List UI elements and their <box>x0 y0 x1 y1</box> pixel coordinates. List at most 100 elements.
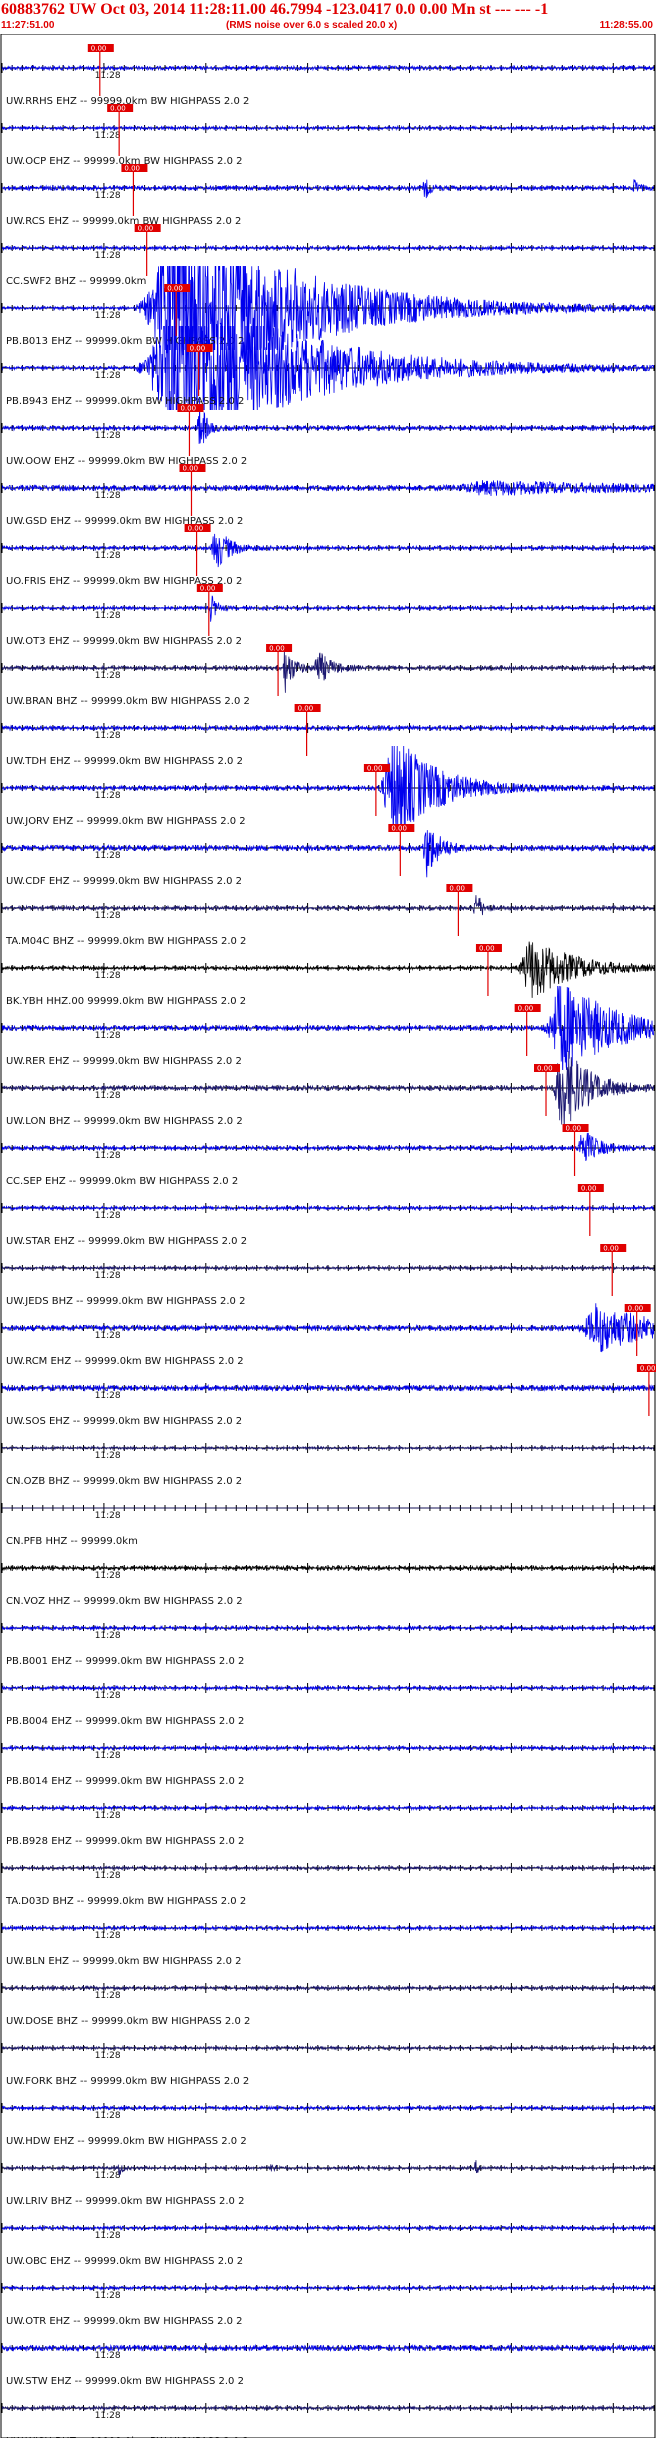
trace-row: 11:28 UW.FORK BHZ -- 99999.0km BW HIGHPAS… <box>1 2043 655 2087</box>
minute-label: 11:28 <box>95 2111 121 2121</box>
station-label: UW.CDF EHZ -- 99999.0km BW HIGHPASS 2.0 … <box>6 876 242 887</box>
station-label: UW.OTR EHZ -- 99999.0km BW HIGHPASS 2.0 … <box>6 2316 243 2327</box>
minute-label: 11:28 <box>95 311 121 321</box>
station-label: UW.STW EHZ -- 99999.0km BW HIGHPASS 2.0 … <box>6 2376 244 2387</box>
trace-row: 11:28UW.GSD EHZ -- 99999.0km BW HIGHPASS… <box>1 480 655 527</box>
station-label: UW.DOSE BHZ -- 99999.0km BW HIGHPASS 2.0… <box>6 2016 250 2027</box>
trace-row: 11:28 CC.SEP EHZ -- 99999.0km BW HIGHPASS… <box>1 1132 655 1187</box>
minute-label: 11:28 <box>95 2231 121 2241</box>
minute-label: 11:28 <box>95 131 121 141</box>
minute-label: 11:28 <box>95 2051 121 2061</box>
station-label: PB.B004 EHZ -- 99999.0km BW HIGHPASS 2.0… <box>6 1716 244 1727</box>
trace-row: 11:28 UW.STAR EHZ -- 99999.0km BW HIGHPAS… <box>1 1203 655 1247</box>
station-label: UW.HDW EHZ -- 99999.0km BW HIGHPASS 2.0 … <box>6 2136 247 2147</box>
station-label: CN.PFB HHZ -- 99999.0km <box>6 1536 138 1547</box>
minute-label: 11:28 <box>95 2291 121 2301</box>
minute-label: 11:28 <box>95 971 121 981</box>
trace-row: 11:28 UW.HDW EHZ -- 99999.0km BW HIGHPASS… <box>1 2103 655 2147</box>
minute-label: 11:28 <box>95 1991 121 2001</box>
station-label: CC.SEP EHZ -- 99999.0km BW HIGHPASS 2.0 … <box>6 1176 238 1187</box>
trace-row: 11:28 PB.B004 EHZ -- 99999.0km BW HIGHPAS… <box>1 1683 655 1727</box>
station-label: TA.M04C BHZ -- 99999.0km BW HIGHPASS 2.0… <box>5 936 246 947</box>
trace-row: 11:28 CN.PFB HHZ -- 99999.0km <box>1 1503 655 1547</box>
station-label: UW.OBC EHZ -- 99999.0km BW HIGHPASS 2.0 … <box>6 2256 243 2267</box>
minute-label: 11:28 <box>95 911 121 921</box>
waveform <box>2 1303 654 1353</box>
minute-label: 11:28 <box>95 71 121 81</box>
station-label: TA.D03D BHZ -- 99999.0km BW HIGHPASS 2.0… <box>5 1896 246 1907</box>
trace-row: 11:28 CN.OZB BHZ -- 99999.0km BW HIGHPASS… <box>1 1443 655 1487</box>
trace-row: 11:28 UW.STW EHZ -- 99999.0km BW HIGHPASS… <box>1 2343 655 2387</box>
station-label: UW.OOW EHZ -- 99999.0km BW HIGHPASS 2.0 … <box>6 456 247 467</box>
trace-row: 11:28 UW.DOSE BHZ -- 99999.0km BW HIGHPAS… <box>1 1983 655 2027</box>
pick-label: 0.00 <box>167 285 183 293</box>
trace-row: 11:28 UW.TDH EHZ -- 99999.0km BW HIGHPASS… <box>1 723 655 767</box>
pick-label: 0.00 <box>124 165 140 173</box>
pick-label: 0.00 <box>640 1365 656 1373</box>
minute-label: 11:28 <box>95 491 121 501</box>
pick-marker: 0.00 <box>577 1184 604 1236</box>
trace-row: 11:28UO.FRIS EHZ -- 99999.0km BW HIGHPAS… <box>1 533 655 587</box>
minute-label: 11:28 <box>95 611 121 621</box>
pick-label: 0.00 <box>479 945 495 953</box>
minute-label: 11:28 <box>95 1271 121 1281</box>
minute-label: 11:28 <box>95 1871 121 1881</box>
minute-label: 11:28 <box>95 551 121 561</box>
minute-label: 11:28 <box>95 251 121 261</box>
pick-label: 0.00 <box>367 765 383 773</box>
trace-row: 11:28 CC.SWF2 BHZ -- 99999.0km <box>1 243 655 287</box>
minute-label: 11:28 <box>95 791 121 801</box>
station-label: UW.BRAN BHZ -- 99999.0km BW HIGHPASS 2.0… <box>6 696 250 707</box>
trace-row: 11:28 BK.YBH HHZ.00 99999.0km BW HIGHPASS… <box>1 941 655 1007</box>
pick-marker: 0.00 <box>363 764 390 816</box>
station-label: UW.STAR EHZ -- 99999.0km BW HIGHPASS 2.0… <box>6 1236 247 1247</box>
trace-row: 11:28 UW.OT3 EHZ -- 99999.0km BW HIGHPASS… <box>1 595 655 647</box>
minute-label: 11:28 <box>95 1331 121 1341</box>
trace-row: 11:28 CN.VOZ HHZ -- 99999.0km BW HIGHPASS… <box>1 1563 655 1607</box>
minute-label: 11:28 <box>95 1091 121 1101</box>
station-label: CN.VOZ HHZ -- 99999.0km BW HIGHPASS 2.0 … <box>6 1596 243 1607</box>
station-label: UW.RCM EHZ -- 99999.0km BW HIGHPASS 2.0 … <box>6 1356 244 1367</box>
minute-label: 11:28 <box>95 2351 121 2361</box>
traces-layer: 11:28UW.RRHS EHZ -- 99999.0km BW HIGHPAS… <box>1 63 655 2438</box>
station-label: PB.B014 EHZ -- 99999.0km BW HIGHPASS 2.0… <box>6 1776 244 1787</box>
pick-label: 0.00 <box>110 105 126 113</box>
trace-row: 11:28 PB.B014 EHZ -- 99999.0km BW HIGHPAS… <box>1 1743 655 1787</box>
picks-layer: 0.00 0.00 0.00 0.00 0.00 0.00 0.00 0.00 0.00 0.00… <box>87 44 656 1416</box>
pick-label: 0.00 <box>91 45 107 53</box>
station-label: UW.FORK BHZ -- 99999.0km BW HIGHPASS 2.0… <box>6 2076 249 2087</box>
event-title: 60883762 UW Oct 03, 2014 11:28:11.00 46.… <box>1 1 549 18</box>
pick-label: 0.00 <box>298 705 314 713</box>
pick-label: 0.00 <box>180 405 196 413</box>
trace-row: 11:28 PB.B928 EHZ -- 99999.0km BW HIGHPAS… <box>1 1803 655 1847</box>
start-time: 11:27:51.00 <box>1 20 55 31</box>
minute-label: 11:28 <box>95 2411 121 2421</box>
pick-marker: 0.00 <box>107 104 134 156</box>
pick-label: 0.00 <box>628 1305 644 1313</box>
pick-label: 0.00 <box>518 1005 534 1013</box>
pick-label: 0.00 <box>138 225 154 233</box>
minute-label: 11:28 <box>95 1751 121 1761</box>
pick-label: 0.00 <box>269 645 285 653</box>
minute-label: 11:28 <box>95 1151 121 1161</box>
minute-label: 11:28 <box>95 1031 121 1041</box>
pick-label: 0.00 <box>581 1185 597 1193</box>
trace-row: 11:28 UW.LRIV BHZ -- 99999.0km BW HIGHPAS… <box>1 2160 655 2207</box>
minute-label: 11:28 <box>95 1511 121 1521</box>
minute-label: 11:28 <box>95 1811 121 1821</box>
trace-row: 11:28 TA.D03D BHZ -- 99999.0km BW HIGHPAS… <box>1 1863 655 1907</box>
minute-label: 11:28 <box>95 851 121 861</box>
trace-row: 11:28 UW.JORV EHZ -- 99999.0km BW HIGHPAS… <box>1 746 655 830</box>
trace-row: 11:28 UW.SOS EHZ -- 99999.0km BW HIGHPASS… <box>1 1383 655 1427</box>
pick-label: 0.00 <box>190 345 206 353</box>
trace-row: 11:28 PB.B001 EHZ -- 99999.0km BW HIGHPAS… <box>1 1623 655 1667</box>
trace-row: 11:28 UW.OTR EHZ -- 99999.0km BW HIGHPASS… <box>1 2283 655 2327</box>
station-label: UW.OT3 EHZ -- 99999.0km BW HIGHPASS 2.0 … <box>6 636 242 647</box>
minute-label: 11:28 <box>95 371 121 381</box>
station-label: UW.JEDS BHZ -- 99999.0km BW HIGHPASS 2.0… <box>6 1296 245 1307</box>
minute-label: 11:28 <box>95 2171 121 2181</box>
station-label: PB.B001 EHZ -- 99999.0km BW HIGHPASS 2.0… <box>6 1656 244 1667</box>
trace-row: 11:28 UW.OBC EHZ -- 99999.0km BW HIGHPASS… <box>1 2223 655 2267</box>
trace-row: 11:28 TA.M04C BHZ -- 99999.0km BW HIGHPAS… <box>1 895 655 947</box>
minute-label: 11:28 <box>95 1211 121 1221</box>
